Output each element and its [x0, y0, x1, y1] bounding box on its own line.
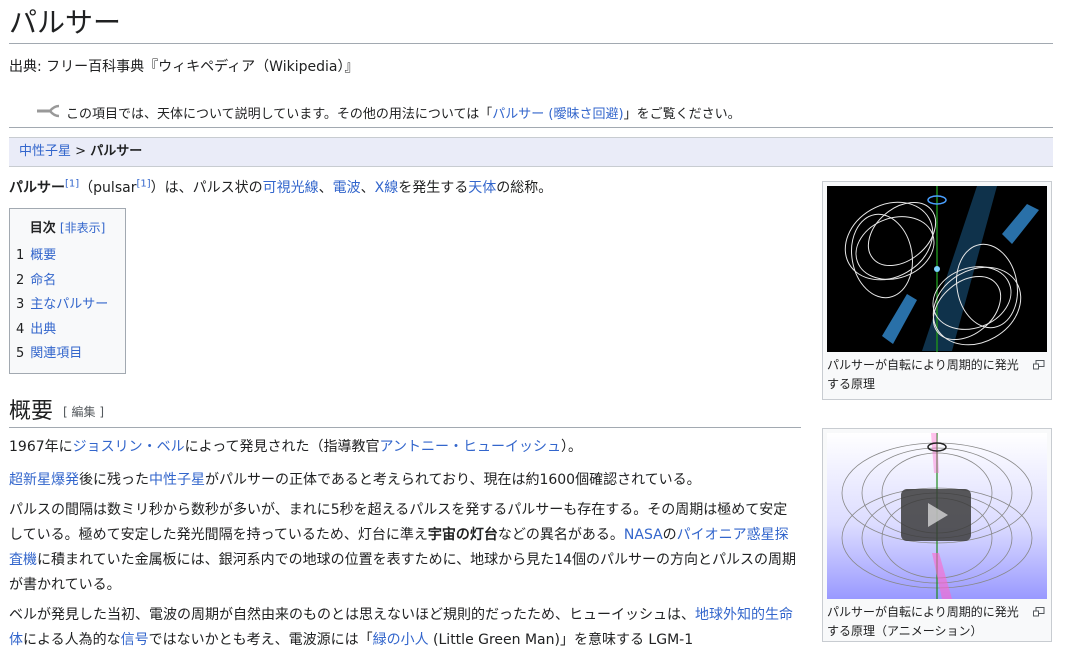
- intro-text: ）: [150, 180, 165, 196]
- paragraph-text: に積まれていた金属板には、銀河系内での地球の位置を表すために、地球から見た14個…: [9, 552, 796, 593]
- paragraph-text: の: [662, 527, 677, 543]
- thumbnail-figure: パルサーが自転により周期的に発光する原理: [822, 181, 1052, 400]
- link-visible-light[interactable]: 可視光線: [263, 180, 319, 196]
- intro-text: 、: [318, 180, 333, 196]
- paragraph-text: などの異名がある。: [497, 527, 624, 543]
- toc-link[interactable]: 概要: [30, 248, 56, 263]
- pulsar-animation-video[interactable]: [827, 433, 1047, 599]
- play-button[interactable]: [901, 489, 971, 541]
- toc-item[interactable]: 5 関連項目: [16, 342, 119, 367]
- hatnote: この項目では、天体について説明しています。その他の用法については「パルサー (曖…: [36, 103, 741, 122]
- breadcrumb: 中性子星 > パルサー: [9, 137, 1053, 167]
- link-jocelyn-bell[interactable]: ジョスリン・ベル: [73, 439, 185, 455]
- paragraph-text: ）。: [560, 439, 582, 455]
- toc-item[interactable]: 4 出典: [16, 318, 119, 343]
- link-signal[interactable]: 信号: [121, 632, 149, 648]
- intro-paragraph: パルサー[1]（pulsar[1]）は、パルス状の可視光線、電波、X線を発生する…: [9, 177, 789, 197]
- toc-number: 5: [16, 346, 25, 361]
- toc-title: 目次: [29, 221, 56, 236]
- reference-link[interactable]: [1]: [136, 178, 150, 189]
- disambiguation-icon: [36, 104, 60, 122]
- toc-number: 1: [16, 248, 25, 263]
- divider: [9, 127, 1053, 128]
- toc-item[interactable]: 1 概要: [16, 244, 119, 269]
- page-source: 出典: フリー百科事典『ウィキペディア（Wikipedia）』: [9, 59, 359, 75]
- intro-text: 、: [360, 180, 375, 196]
- breadcrumb-current: パルサー: [90, 144, 143, 159]
- thumbnail-caption: パルサーが自転により周期的に発光する原理: [827, 356, 1047, 394]
- bold-term: 宇宙の灯台: [427, 527, 498, 543]
- breadcrumb-parent-link[interactable]: 中性子星: [19, 144, 71, 159]
- link-celestial-body[interactable]: 天体: [468, 180, 496, 196]
- link-radio-wave[interactable]: 電波: [333, 180, 361, 196]
- thumbnail-caption: パルサーが自転により周期的に発光する原理（アニメーション）: [827, 603, 1047, 641]
- link-little-green-men[interactable]: 緑の小人: [373, 632, 429, 648]
- intro-text: を発生する: [398, 180, 469, 196]
- toc-item[interactable]: 2 命名: [16, 269, 119, 294]
- link-x-ray[interactable]: X線: [375, 180, 399, 196]
- toc-number: 3: [16, 297, 25, 312]
- toc-number: 2: [16, 272, 25, 288]
- hatnote-suffix: 」をご覧ください。: [623, 107, 741, 122]
- enlarge-icon[interactable]: [1033, 604, 1045, 623]
- toc-link[interactable]: 主なパルサー: [30, 297, 108, 312]
- toc-link[interactable]: 関連項目: [30, 346, 82, 361]
- toc-number: 4: [16, 321, 25, 337]
- toc-link[interactable]: 出典: [30, 322, 56, 337]
- link-supernova[interactable]: 超新星爆発: [9, 472, 79, 488]
- paragraph-text: 後に残った: [79, 472, 149, 488]
- play-icon: [928, 503, 948, 527]
- paragraph: 1967年にジョスリン・ベルによって発見された（指導教官アントニー・ヒューイッシ…: [9, 435, 801, 460]
- paragraph: パルスの間隔は数ミリ秒から数秒が多いが、まれに5秒を超えるパルスを発するパルサー…: [9, 498, 801, 598]
- link-antony-hewish[interactable]: アントニー・ヒューイッシュ: [380, 439, 561, 455]
- paragraph-text: (Little Green Man)」を意味する LGM-1: [428, 632, 694, 648]
- page-title: パルサー: [9, 4, 1053, 44]
- thumbnail-figure: パルサーが自転により周期的に発光する原理（アニメーション）: [822, 428, 1052, 642]
- intro-text: の総称。: [496, 180, 553, 196]
- intro-text: は、パルス状の: [164, 180, 263, 196]
- paragraph: 超新星爆発後に残った中性子星がパルサーの正体であると考えられており、現在は約16…: [9, 468, 801, 493]
- toc-toggle[interactable]: [非表示]: [60, 221, 105, 235]
- intro-term: パルサー: [9, 180, 65, 196]
- hatnote-link[interactable]: パルサー (曖昧さ回避): [492, 107, 623, 122]
- section-heading: 概要 [ 編集 ]: [9, 397, 801, 428]
- section-title: 概要: [9, 399, 54, 424]
- paragraph: ベルが発見した当初、電波の周期が自然由来のものとは思えないほど規則的だったため、…: [9, 603, 801, 653]
- reference-link[interactable]: [1]: [65, 178, 79, 189]
- paragraph-text: ではないかとも考え、電波源には「: [148, 632, 373, 648]
- paragraph-text: によって発見された（指導教官: [184, 439, 380, 455]
- pulsar-diagram-image[interactable]: [827, 186, 1047, 352]
- paragraph-text: ベルが発見した当初、電波の周期が自然由来のものとは思えないほど規則的だったため、…: [9, 607, 695, 623]
- link-nasa[interactable]: NASA: [624, 527, 663, 543]
- caption-text: パルサーが自転により周期的に発光する原理（アニメーション）: [827, 605, 1019, 638]
- edit-section-link[interactable]: [ 編集 ]: [63, 405, 104, 419]
- paragraph-text: による人為的な: [23, 632, 121, 648]
- hatnote-prefix: この項目では、天体について説明しています。その他の用法については「: [66, 107, 493, 122]
- paragraph-text: がパルサーの正体であると考えられており、現在は約1600個確認されている。: [205, 472, 701, 488]
- caption-text: パルサーが自転により周期的に発光する原理: [827, 358, 1019, 391]
- breadcrumb-separator: >: [71, 144, 91, 159]
- enlarge-icon[interactable]: [1033, 357, 1045, 376]
- paragraph-text: 1967年に: [9, 439, 73, 455]
- table-of-contents: 目次 [非表示] 1 概要 2 命名 3 主なパルサー 4 出典 5 関連項目: [9, 208, 126, 374]
- toc-item[interactable]: 3 主なパルサー: [16, 293, 119, 318]
- link-neutron-star[interactable]: 中性子星: [149, 472, 205, 488]
- toc-link[interactable]: 命名: [30, 273, 56, 288]
- intro-text: （pulsar: [79, 180, 137, 196]
